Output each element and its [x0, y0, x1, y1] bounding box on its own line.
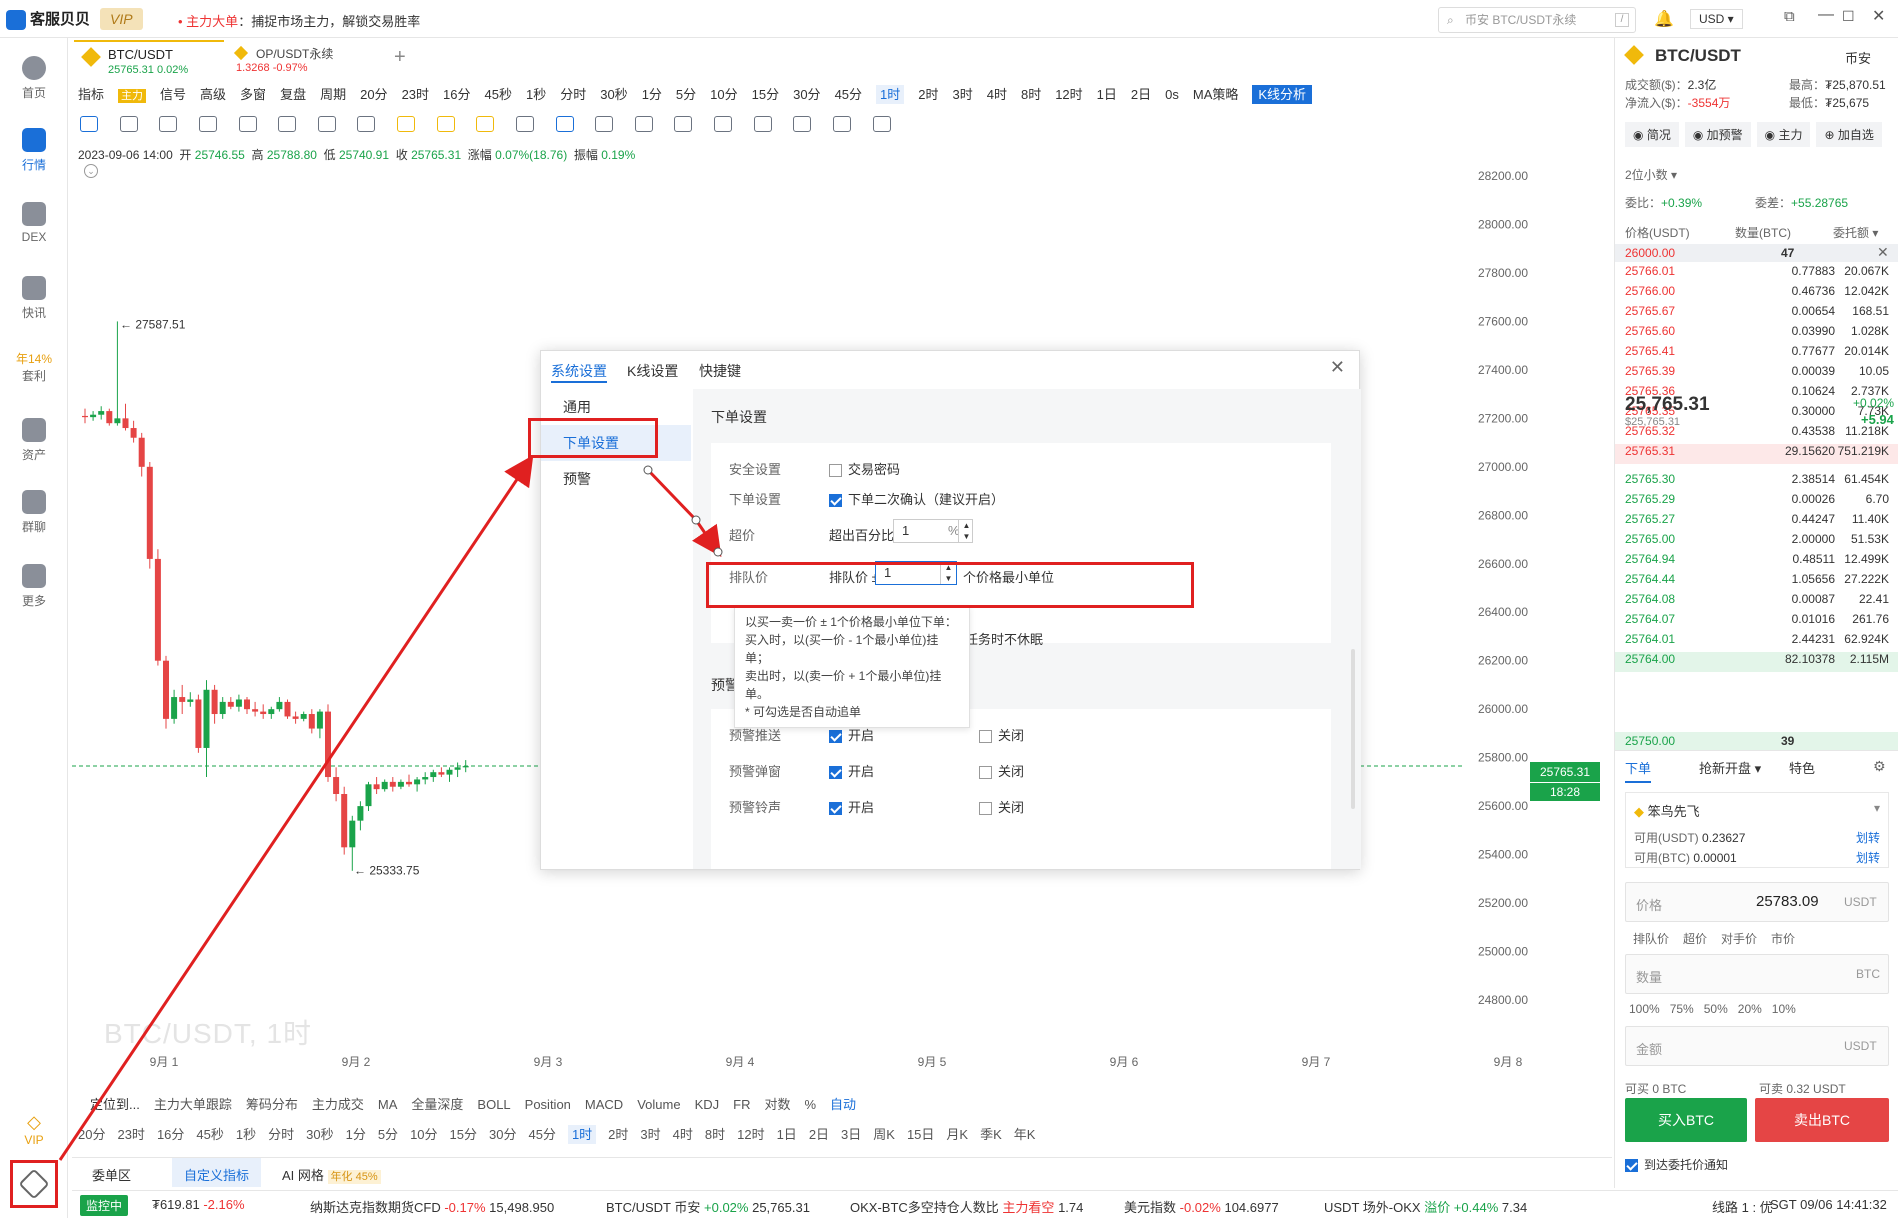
annotation-arrows: [58, 455, 723, 1161]
